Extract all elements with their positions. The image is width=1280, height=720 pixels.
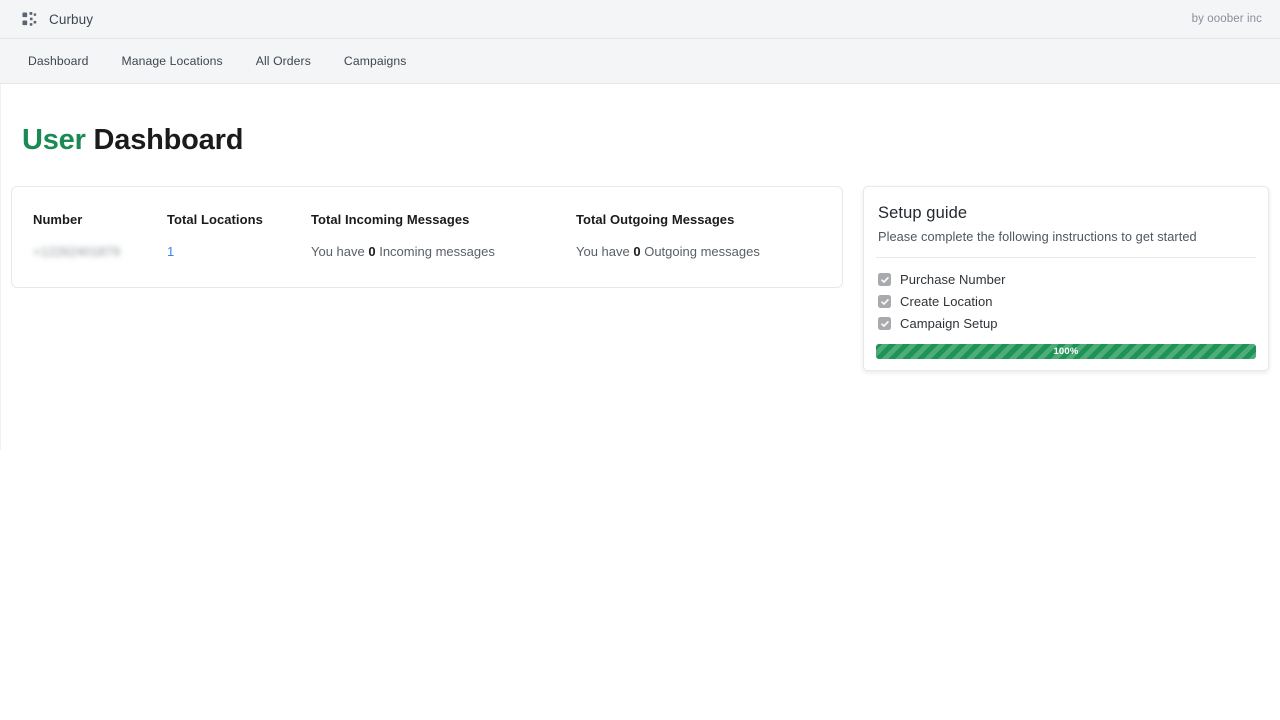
checkbox-checked-icon[interactable] <box>878 273 891 286</box>
incoming-count: 0 <box>368 244 375 259</box>
page-body: User Dashboard Number +12262401879 Total… <box>0 84 1280 719</box>
setup-progress-bar: 100% <box>876 344 1256 359</box>
setup-task-label: Create Location <box>900 294 993 309</box>
setup-task-purchase-number[interactable]: Purchase Number <box>878 272 1256 287</box>
stat-column-outgoing-messages: Total Outgoing Messages You have 0 Outgo… <box>555 212 820 259</box>
setup-guide-card: Setup guide Please complete the followin… <box>863 186 1269 371</box>
nav-item-dashboard[interactable]: Dashboard <box>28 54 89 68</box>
main-nav: Dashboard Manage Locations All Orders Ca… <box>0 39 1280 84</box>
stat-column-incoming-messages: Total Incoming Messages You have 0 Incom… <box>290 212 555 259</box>
setup-guide-title: Setup guide <box>878 204 1256 223</box>
app-grid-icon <box>22 12 37 27</box>
stat-column-number: Number +12262401879 <box>12 212 146 259</box>
nav-item-manage-locations[interactable]: Manage Locations <box>122 54 223 68</box>
cards-row: Number +12262401879 Total Locations 1 To… <box>0 157 1280 371</box>
setup-task-campaign-setup[interactable]: Campaign Setup <box>878 316 1256 331</box>
nav-item-all-orders[interactable]: All Orders <box>256 54 311 68</box>
stats-card: Number +12262401879 Total Locations 1 To… <box>11 186 843 288</box>
brand-bar: Curbuy by ooober inc <box>0 0 1280 39</box>
setup-task-create-location[interactable]: Create Location <box>878 294 1256 309</box>
outgoing-count: 0 <box>633 244 640 259</box>
incoming-suffix: Incoming messages <box>376 244 495 259</box>
stat-label-total-locations: Total Locations <box>167 212 290 227</box>
stat-label-number: Number <box>33 212 146 227</box>
outgoing-suffix: Outgoing messages <box>641 244 760 259</box>
setup-progress-label: 100% <box>1053 346 1078 357</box>
checkbox-checked-icon[interactable] <box>878 295 891 308</box>
stats-grid: Number +12262401879 Total Locations 1 To… <box>12 212 842 259</box>
stat-value-outgoing-messages: You have 0 Outgoing messages <box>576 244 820 259</box>
outgoing-prefix: You have <box>576 244 633 259</box>
page-title-accent: User <box>22 124 86 156</box>
stat-label-outgoing-messages: Total Outgoing Messages <box>576 212 820 227</box>
setup-task-label: Campaign Setup <box>900 316 998 331</box>
stat-value-number: +12262401879 <box>33 244 146 259</box>
stat-label-incoming-messages: Total Incoming Messages <box>311 212 555 227</box>
checkbox-checked-icon[interactable] <box>878 317 891 330</box>
stat-column-total-locations: Total Locations 1 <box>146 212 290 259</box>
setup-guide-divider <box>876 257 1256 258</box>
page-container-edge <box>0 84 1 450</box>
setup-progress-fill: 100% <box>876 344 1256 359</box>
page-title: User Dashboard <box>0 84 1280 157</box>
setup-guide-subtitle: Please complete the following instructio… <box>878 229 1256 244</box>
app-name: Curbuy <box>49 12 93 27</box>
stat-value-incoming-messages: You have 0 Incoming messages <box>311 244 555 259</box>
brand-logo-group[interactable]: Curbuy <box>22 12 93 27</box>
setup-task-label: Purchase Number <box>900 272 1006 287</box>
attribution-label: by ooober inc <box>1192 13 1262 25</box>
nav-item-campaigns[interactable]: Campaigns <box>344 54 407 68</box>
stat-value-total-locations[interactable]: 1 <box>167 244 290 259</box>
setup-task-list: Purchase Number Create Location <box>876 272 1256 331</box>
page-title-rest: Dashboard <box>86 124 244 156</box>
incoming-prefix: You have <box>311 244 368 259</box>
